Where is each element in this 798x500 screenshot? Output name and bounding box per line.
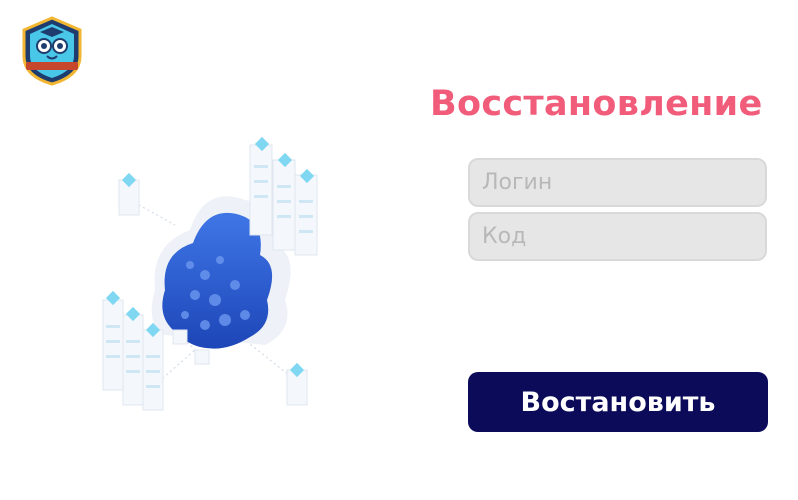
code-input[interactable] bbox=[468, 212, 767, 261]
page-title: Восстановление bbox=[430, 84, 763, 124]
login-input[interactable] bbox=[468, 158, 767, 207]
owl-shield-logo-icon bbox=[22, 16, 82, 86]
cloud-servers-illustration bbox=[102, 136, 318, 411]
restore-button[interactable]: Востановить bbox=[468, 372, 768, 432]
